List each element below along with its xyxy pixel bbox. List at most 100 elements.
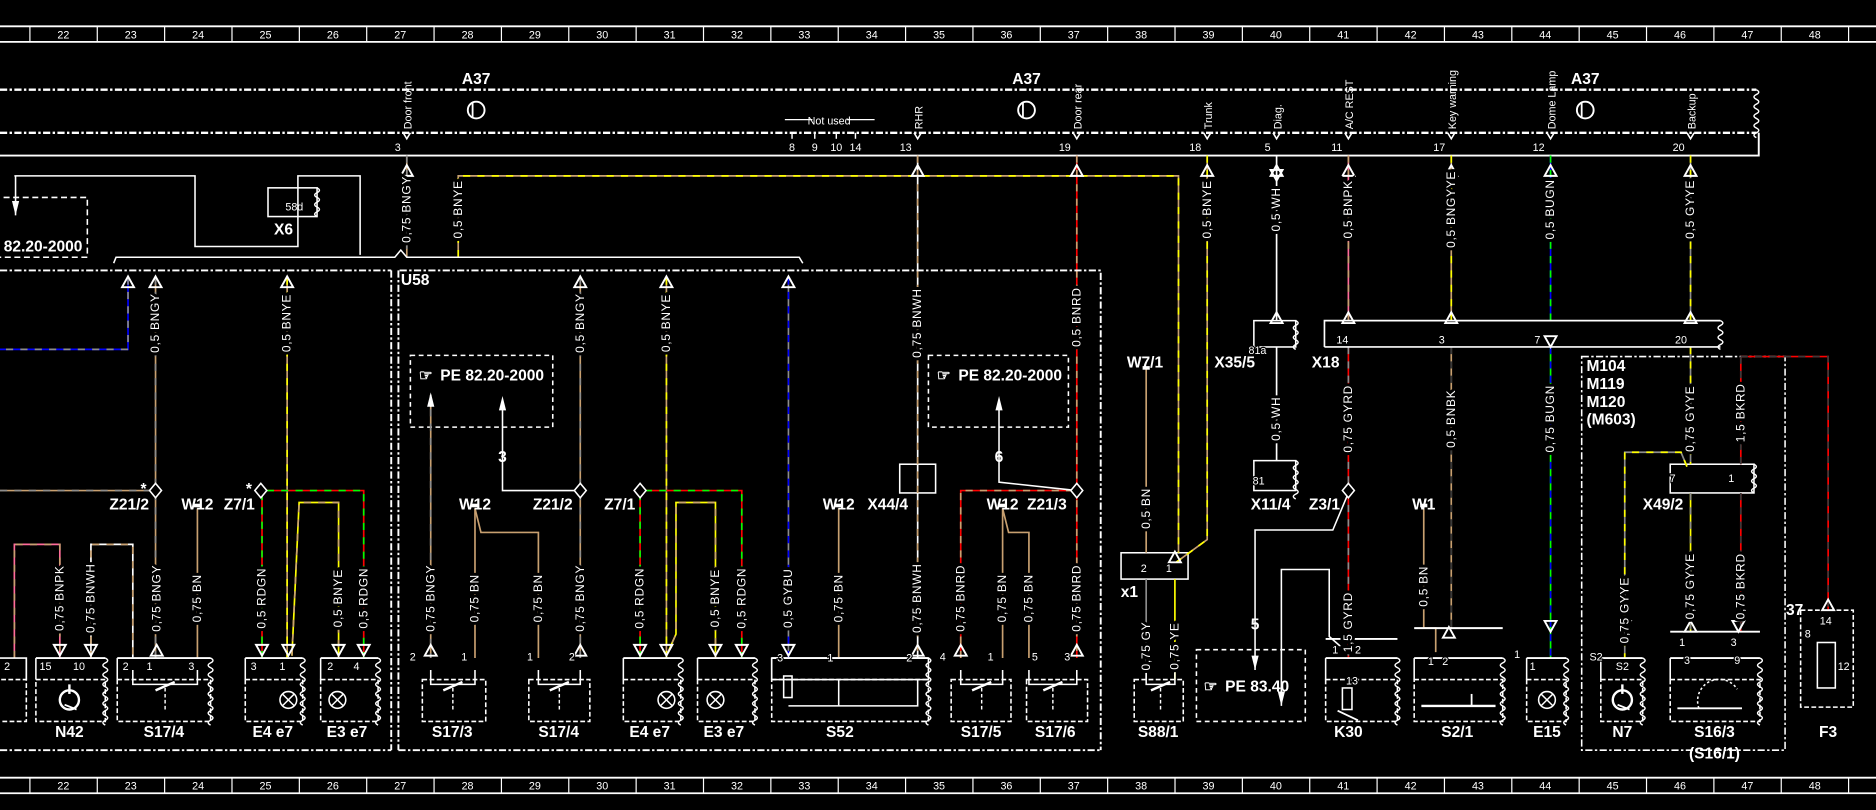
arrow-down-icon: [1251, 655, 1259, 671]
pin-number: 4: [354, 661, 360, 673]
component-label: S88/1: [1138, 724, 1179, 741]
ruler-column-label: 43: [1472, 781, 1484, 793]
ruler-column-label: 33: [798, 781, 810, 793]
pin-number: 5: [1032, 651, 1038, 663]
pin-number: 1: [1166, 563, 1172, 575]
wire: [0, 277, 129, 351]
component-label: E4 e7: [629, 724, 670, 741]
wire-label: 0,5 BN: [1139, 488, 1153, 529]
wire-label: 0,75 BNRD: [1069, 565, 1083, 632]
wire-label: 0,5 BNPK: [1341, 180, 1355, 238]
ruler-column-label: 26: [327, 29, 339, 41]
ruler-column-label: 42: [1405, 29, 1417, 41]
arrow-up-icon: [498, 396, 507, 411]
harness-line: [0, 132, 1760, 157]
not-used-pin: 10: [830, 142, 842, 154]
wire-label: 0,5 BNYE: [659, 294, 673, 352]
pointing-hand-icon: ☞: [937, 367, 951, 384]
break-line-icon: [102, 657, 109, 726]
reference-line: [1280, 568, 1349, 706]
wire-label: 0,5 WH: [1269, 187, 1283, 231]
module-pin-label: Door front: [403, 81, 415, 129]
ruler-column-label: 23: [125, 781, 137, 793]
module-pin-number: 11: [1331, 142, 1342, 154]
line: [1344, 132, 1353, 141]
connector-x35-5: [1253, 319, 1297, 348]
wire-label: 0,75 GYYE: [1683, 386, 1697, 452]
wire-label: 1,5 BKRD: [1733, 383, 1747, 442]
ruler-column-label: 22: [57, 781, 69, 793]
pin-number: 12: [1838, 661, 1850, 673]
connector-label: x1: [1121, 584, 1139, 601]
transistor-icon: [1575, 100, 1595, 120]
connector-label: W12: [823, 497, 855, 514]
wire-label: 0,75 BN: [190, 574, 204, 622]
wire: [474, 508, 540, 659]
ruler-column-label: 27: [394, 781, 406, 793]
ruler-column-label: 42: [1405, 781, 1417, 793]
wire: [959, 489, 1077, 659]
component-box: [622, 678, 682, 723]
pin-number: 10: [73, 661, 85, 673]
pin-number: 9: [1734, 655, 1740, 667]
ruler-column-label: 28: [462, 29, 474, 41]
pin-number: 2: [906, 653, 912, 665]
ruler-column-label: 34: [866, 781, 878, 793]
break-line-icon: [313, 187, 321, 218]
ruler-column-label: 34: [866, 29, 878, 41]
ruler-column-label: 46: [1674, 29, 1686, 41]
connector-label: Z7/1: [224, 497, 255, 514]
relay-coil-icon: [1341, 687, 1353, 711]
labels: 22 23 24 25 26 27 28 29 30 31 32 33 34 35 36 37 38 39 40 41…: [3, 29, 1851, 793]
component-label: S52: [826, 724, 854, 741]
ruler-column-label: 32: [731, 29, 743, 41]
component-box: [244, 678, 304, 723]
not-used-pin: 8: [789, 142, 795, 154]
pin-number: 7: [1670, 473, 1676, 485]
transistor-icon: [1017, 100, 1036, 120]
wire-label: 0,75 BNGY: [573, 565, 587, 632]
wire-stripe: [0, 277, 129, 351]
line: [788, 679, 919, 707]
ruler-column-label: 41: [1337, 781, 1349, 793]
connector-label: W1: [1412, 497, 1436, 514]
connector-label: Z3/1: [1309, 497, 1340, 514]
wire-label: 0,75 BNWH: [84, 563, 98, 633]
wire-stripe: [639, 489, 743, 659]
wire-label: 0,5 BNGY: [573, 293, 587, 353]
wire-label: 0,5 BNYE: [1200, 180, 1214, 238]
pin-number: 81a: [1248, 345, 1266, 357]
wire-label: 0,5 BNYE: [280, 294, 294, 352]
pin-number: 1: [1514, 649, 1520, 661]
ruler-column-label: 24: [192, 29, 204, 41]
component-label: S17/4: [144, 724, 185, 741]
wire-label: 0,5 RDGN: [356, 568, 370, 629]
module-pin-label: Dome Lamp: [1546, 71, 1558, 130]
break-line-icon: [374, 657, 382, 726]
ruler-column-label: 41: [1337, 29, 1349, 41]
pin-number: 1: [461, 651, 467, 663]
break-line-icon: [1639, 657, 1646, 726]
ruler-column-label: 22: [57, 29, 69, 41]
component-label: S17/4: [538, 724, 579, 741]
ruler-column-label: 36: [1000, 781, 1012, 793]
wire-label: 0,5 BNYE: [451, 180, 465, 238]
wire-label: 0,5 BN: [1416, 566, 1430, 607]
pin-number: 2: [327, 661, 333, 673]
connector-label: Z21/2: [109, 497, 149, 514]
component-label: K30: [1334, 724, 1363, 741]
module-pin-label: Diag.: [1272, 104, 1284, 129]
wire-label: 0,75 YE: [1167, 622, 1181, 669]
splice-diamond-icon: [1341, 482, 1356, 499]
pin-number: 2: [410, 651, 416, 663]
splice-diamond-icon: [633, 482, 648, 499]
wire-label: 0,5 BNGY: [148, 293, 162, 353]
ruler-column-label: 39: [1203, 781, 1215, 793]
pin-number: 3: [1684, 655, 1690, 667]
not-used-pin: 9: [812, 142, 818, 154]
engine-variant-label: M120: [1586, 394, 1625, 411]
wire-label: 0,75 GYYE: [1617, 577, 1631, 643]
connector-label: 58d: [285, 202, 303, 214]
connector-label: *: [141, 481, 148, 498]
ruler-column-label: 23: [125, 29, 137, 41]
